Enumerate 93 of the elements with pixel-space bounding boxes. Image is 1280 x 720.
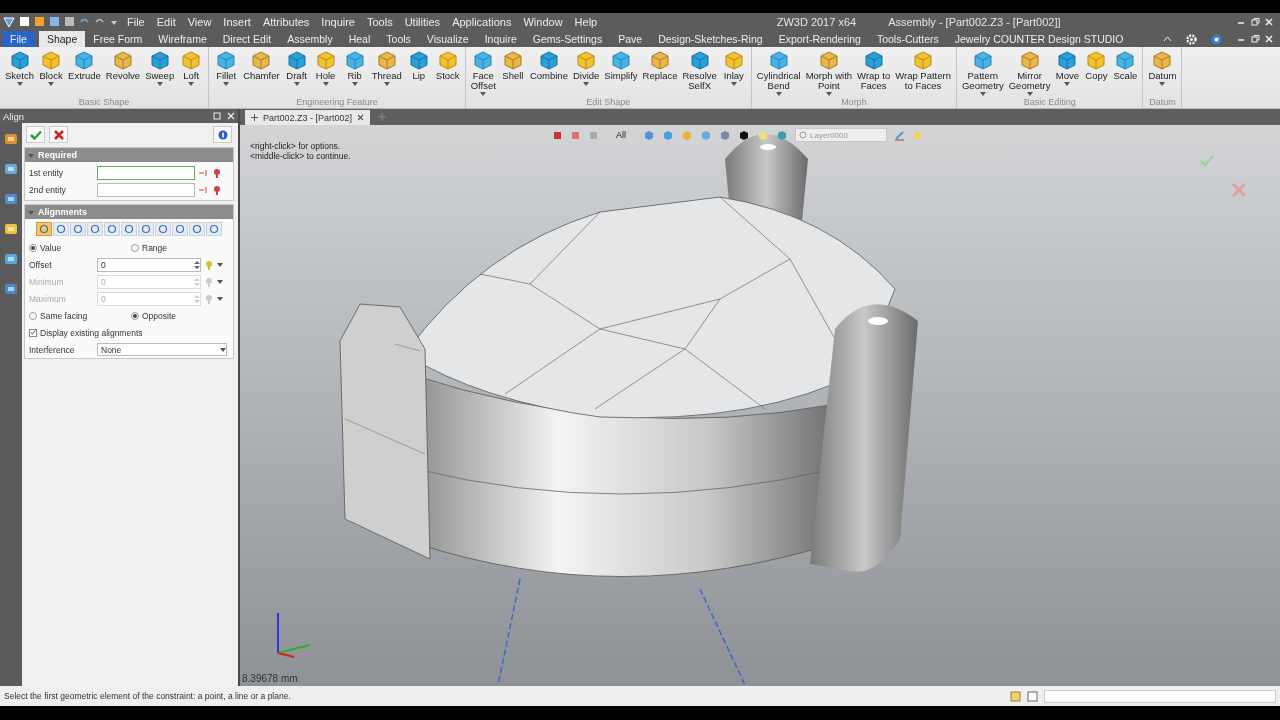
menu-item[interactable]: Inquire: [317, 15, 359, 28]
ribbon-tool-button[interactable]: Simplify: [602, 47, 640, 97]
ribbon-tool-button[interactable]: Extrude: [66, 47, 103, 97]
menu-item[interactable]: Attributes: [258, 15, 314, 28]
ribbon-tool-button[interactable]: Rib: [340, 47, 369, 97]
ribbon-tool-button[interactable]: Wrap to Faces: [855, 47, 893, 97]
menu-item[interactable]: File: [123, 15, 149, 28]
ribbon-tool-button[interactable]: Divide: [570, 47, 602, 97]
group-label: Basic Editing: [1022, 97, 1077, 108]
menu-item[interactable]: Edit: [152, 15, 180, 28]
ribbon-tool-button[interactable]: Inlay: [719, 47, 748, 97]
menu-item[interactable]: Insert: [219, 15, 255, 28]
field-label: 1st entity: [29, 167, 65, 178]
ribbon-tool-button[interactable]: Combine: [527, 47, 570, 97]
section-title: Alignments: [38, 207, 87, 217]
ribbon-tool-button[interactable]: Datum: [1146, 47, 1179, 97]
filter-text[interactable]: All: [606, 130, 636, 140]
ribbon-tool-button[interactable]: Resolve SelfX: [680, 47, 719, 97]
ribbon-tool-button[interactable]: Fillet: [212, 47, 241, 97]
panel-title: Align: [3, 110, 25, 122]
ribbon-tool-button[interactable]: Wrap Pattern to Faces: [893, 47, 953, 97]
ribbon-tab[interactable]: Assembly: [279, 31, 341, 47]
group-label: Morph: [840, 97, 868, 108]
scale-readout: 8.39678 mm: [242, 673, 298, 684]
ribbon-tool-button[interactable]: Face Offset: [468, 47, 498, 97]
ribbon-tool-button[interactable]: Stock: [433, 47, 462, 97]
menu-item[interactable]: Tools: [363, 15, 397, 28]
radio-option[interactable]: Range: [131, 242, 229, 253]
ribbon-tab[interactable]: Jewelry COUNTER Design STUDIO: [946, 31, 1132, 47]
checkbox-label: Display existing alignments: [40, 327, 143, 338]
ribbon-tool-button[interactable]: Cylindrical Bend: [754, 47, 803, 97]
interference-dropdown[interactable]: None: [97, 343, 227, 356]
ribbon-tool-button[interactable]: Sweep: [143, 47, 177, 97]
hint-text: <middle-click> to continue.: [250, 151, 351, 161]
field-label: 2nd entity: [29, 184, 67, 195]
ribbon-tool-button[interactable]: Scale: [1111, 47, 1140, 97]
field-label: Offset: [29, 259, 53, 270]
ribbon-tab[interactable]: Free Form: [85, 31, 151, 47]
ribbon-tab[interactable]: Export-Rendering: [770, 31, 869, 47]
hint-text: <right-click> for options.: [250, 141, 342, 151]
ribbon-tab[interactable]: Pave: [610, 31, 651, 47]
radio-option[interactable]: Opposite: [131, 310, 229, 321]
ribbon-tool-button[interactable]: Hole: [311, 47, 340, 97]
ribbon-tab[interactable]: Visualize: [418, 31, 477, 47]
section-title: Required: [38, 150, 77, 160]
ribbon-tool-button[interactable]: Shell: [498, 47, 527, 97]
ribbon-tab[interactable]: Tools: [378, 31, 419, 47]
field-label: Maximum: [29, 293, 67, 304]
ribbon-tool-button[interactable]: Lip: [404, 47, 433, 97]
group-label: Datum: [1148, 97, 1177, 108]
ribbon-tool-button[interactable]: Morph with Point: [803, 47, 855, 97]
ribbon-tool-button[interactable]: Sketch: [3, 47, 37, 97]
ribbon-tool-button[interactable]: Thread: [369, 47, 404, 97]
ribbon-tab[interactable]: Direct Edit: [214, 31, 280, 47]
menu-item[interactable]: Utilities: [400, 15, 445, 28]
app-title: ZW3D 2017 x64: [776, 15, 857, 28]
menu-item[interactable]: Help: [570, 15, 602, 28]
option-label: Value: [40, 242, 62, 253]
status-message: Select the first geometric element of the constraint: a point, a line or a plane.: [4, 691, 292, 701]
option-label: Opposite: [142, 310, 177, 321]
ribbon-tool-button[interactable]: Loft: [177, 47, 206, 97]
ribbon-tab[interactable]: Design-Sketches-Ring: [650, 31, 771, 47]
ribbon-tab[interactable]: Tools-Cutters: [868, 31, 947, 47]
menu-item[interactable]: Applications: [448, 15, 516, 28]
ribbon-tool-button[interactable]: Mirror Geometry: [1006, 47, 1053, 97]
document-tab[interactable]: Part002.Z3 - [Part002]: [245, 110, 371, 125]
ribbon-tool-button[interactable]: Chamfer: [241, 47, 282, 97]
ribbon-tool-button[interactable]: Block: [37, 47, 66, 97]
menu-item[interactable]: Window: [519, 15, 567, 28]
field-label: Interference: [29, 344, 76, 355]
radio-option[interactable]: Value: [29, 242, 127, 253]
ribbon-tab[interactable]: Shape: [38, 31, 86, 47]
radio-option[interactable]: Same facing: [29, 310, 127, 321]
menu-item[interactable]: View: [183, 15, 216, 28]
ribbon-tool-button[interactable]: Revolve: [103, 47, 143, 97]
file-tab[interactable]: File: [2, 31, 35, 47]
ribbon-tool-button[interactable]: Copy: [1082, 47, 1111, 97]
ribbon-tab[interactable]: Inquire: [476, 31, 525, 47]
ribbon-tool-button[interactable]: Draft: [282, 47, 311, 97]
group-label: Basic Shape: [77, 97, 131, 108]
ribbon-tab[interactable]: Gems-Settings: [524, 31, 611, 47]
number-field[interactable]: 0: [97, 257, 201, 272]
option-label: Range: [142, 242, 168, 253]
ribbon-tool-button[interactable]: Pattern Geometry: [960, 47, 1006, 97]
option-label: Same facing: [40, 310, 88, 321]
ribbon-tab[interactable]: Wireframe: [150, 31, 215, 47]
group-label: Edit Shape: [585, 97, 632, 108]
document-title: Assembly - [Part002.Z3 - [Part002]]: [888, 15, 1061, 28]
ribbon-tool-button[interactable]: Move: [1053, 47, 1082, 97]
group-label: Engineering Feature: [295, 97, 379, 108]
ribbon-tab[interactable]: Heal: [340, 31, 379, 47]
ribbon-tool-button[interactable]: Replace: [640, 47, 680, 97]
field-label: Minimum: [29, 276, 65, 287]
